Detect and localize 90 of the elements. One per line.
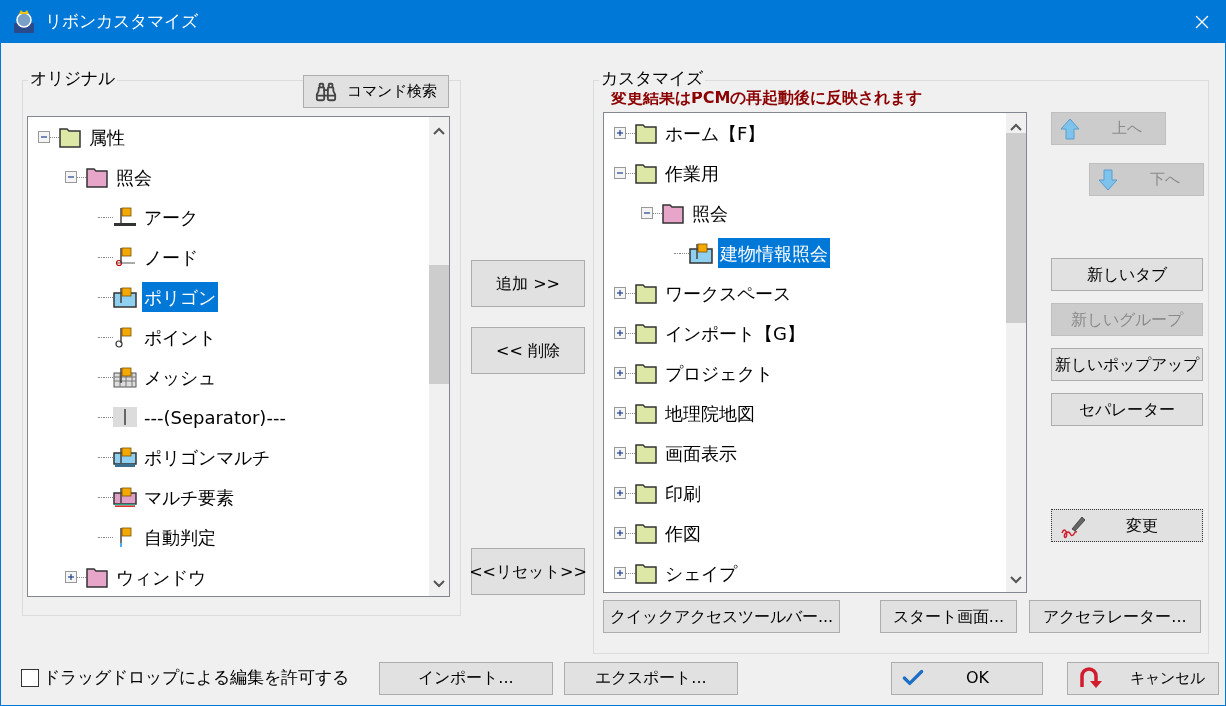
collapse-icon[interactable] xyxy=(641,207,653,219)
tree-item[interactable]: ポリゴン xyxy=(142,282,218,312)
folder-icon xyxy=(86,566,109,588)
expand-icon[interactable] xyxy=(614,407,626,419)
expand-icon[interactable] xyxy=(614,527,626,539)
tree-item[interactable]: アーク xyxy=(142,202,200,232)
tree-item[interactable]: 画面表示 xyxy=(663,438,739,468)
tree-item[interactable]: 属性 xyxy=(87,122,127,152)
separator-icon xyxy=(113,406,137,428)
tree-item[interactable]: インポート【G】 xyxy=(663,318,807,348)
scroll-down-icon[interactable] xyxy=(1010,576,1022,584)
folder-icon xyxy=(635,282,658,304)
tree-item[interactable]: 照会 xyxy=(114,162,154,192)
scroll-thumb[interactable] xyxy=(1006,133,1026,323)
expand-icon[interactable] xyxy=(614,127,626,139)
tree-item[interactable]: 印刷 xyxy=(663,478,703,508)
folder-icon xyxy=(635,122,658,144)
file-button[interactable]: インポート... xyxy=(379,661,553,695)
reset-button[interactable]: <<リセット>> xyxy=(471,548,585,595)
settings-button[interactable]: クイックアクセスツールバー... xyxy=(603,600,840,633)
new-item-button[interactable]: セパレーター xyxy=(1051,393,1203,426)
add-button[interactable]: 追加 >> xyxy=(471,260,585,307)
flag-node-icon xyxy=(113,245,137,269)
collapse-icon[interactable] xyxy=(65,171,77,183)
tree-item[interactable]: マルチ要素 xyxy=(142,482,236,512)
down-arrow-icon xyxy=(1098,168,1118,191)
tree-item[interactable]: ---(Separator)--- xyxy=(142,402,288,432)
collapse-icon[interactable] xyxy=(614,167,626,179)
flag-stack-icon xyxy=(113,445,137,469)
flag-stack-icon xyxy=(113,485,137,509)
expand-icon[interactable] xyxy=(614,367,626,379)
settings-button[interactable]: アクセラレーター... xyxy=(1029,600,1201,633)
tree-item[interactable]: 地理院地図 xyxy=(663,398,757,428)
checkbox-label: ドラッグドロップによる編集を許可する xyxy=(43,666,349,690)
new-item-button[interactable]: 新しいポップアップ xyxy=(1051,348,1203,381)
tree-item[interactable]: ポイント xyxy=(142,322,218,352)
settings-button[interactable]: スタート画面... xyxy=(880,600,1017,633)
up-arrow-icon xyxy=(1060,117,1080,140)
expand-icon[interactable] xyxy=(614,327,626,339)
scroll-up-icon[interactable] xyxy=(433,127,445,135)
tree-item[interactable]: ワークスペース xyxy=(663,278,793,308)
tree-item[interactable]: ノード xyxy=(142,242,200,272)
folder-icon xyxy=(635,522,658,544)
tree-item[interactable]: 作図 xyxy=(663,518,703,548)
scrollbar[interactable] xyxy=(1006,113,1026,592)
flag-polygon-icon xyxy=(113,285,137,309)
flag-line-icon xyxy=(113,205,137,229)
folder-icon xyxy=(635,442,658,464)
flag-polygon-icon xyxy=(689,241,713,265)
edit-button[interactable]: 変更 xyxy=(1051,509,1203,542)
command-search-button[interactable]: コマンド検索 xyxy=(303,75,449,108)
tree-item[interactable]: ホーム【F】 xyxy=(663,118,768,148)
tree-item[interactable]: プロジェクト xyxy=(663,358,775,388)
collapse-icon[interactable] xyxy=(38,131,50,143)
tree-item[interactable]: 自動判定 xyxy=(142,522,218,552)
expand-icon[interactable] xyxy=(614,487,626,499)
tree-item[interactable]: 照会 xyxy=(690,198,730,228)
tree-item[interactable]: シェイプ xyxy=(663,558,739,588)
folder-icon xyxy=(635,322,658,344)
binoculars-icon xyxy=(315,80,337,103)
folder-icon xyxy=(86,166,109,188)
expand-icon[interactable] xyxy=(614,287,626,299)
expand-icon[interactable] xyxy=(614,567,626,579)
folder-icon xyxy=(59,126,82,148)
tree-item[interactable]: メッシュ xyxy=(142,362,218,392)
app-logo-icon xyxy=(11,9,37,35)
window-title: リボンカスタマイズ xyxy=(45,10,198,34)
scroll-thumb[interactable] xyxy=(429,265,449,384)
tree-item[interactable]: 建物情報照会 xyxy=(718,238,830,268)
scroll-down-icon[interactable] xyxy=(433,580,445,588)
folder-icon xyxy=(635,362,658,384)
folder-icon xyxy=(635,162,658,184)
checkbox[interactable] xyxy=(21,669,39,687)
folder-icon xyxy=(635,482,658,504)
ok-button[interactable]: OK xyxy=(891,661,1043,695)
cancel-button[interactable]: キャンセル xyxy=(1067,661,1219,695)
folder-icon xyxy=(635,402,658,424)
new-item-button[interactable]: 新しいタブ xyxy=(1051,258,1203,291)
folder-icon xyxy=(635,562,658,584)
file-button[interactable]: エクスポート... xyxy=(564,661,738,695)
expand-icon[interactable] xyxy=(65,571,77,583)
tree-item[interactable]: 作業用 xyxy=(663,158,721,188)
tree-item[interactable]: ポリゴンマルチ xyxy=(142,442,272,472)
folder-icon xyxy=(662,202,685,224)
remove-button[interactable]: << 削除 xyxy=(471,327,585,374)
scrollbar[interactable] xyxy=(429,117,449,596)
scroll-up-icon[interactable] xyxy=(1010,123,1022,131)
flag-grid-icon xyxy=(113,365,137,389)
tree-item[interactable]: ウィンドウ xyxy=(114,562,208,592)
expand-icon[interactable] xyxy=(614,447,626,459)
